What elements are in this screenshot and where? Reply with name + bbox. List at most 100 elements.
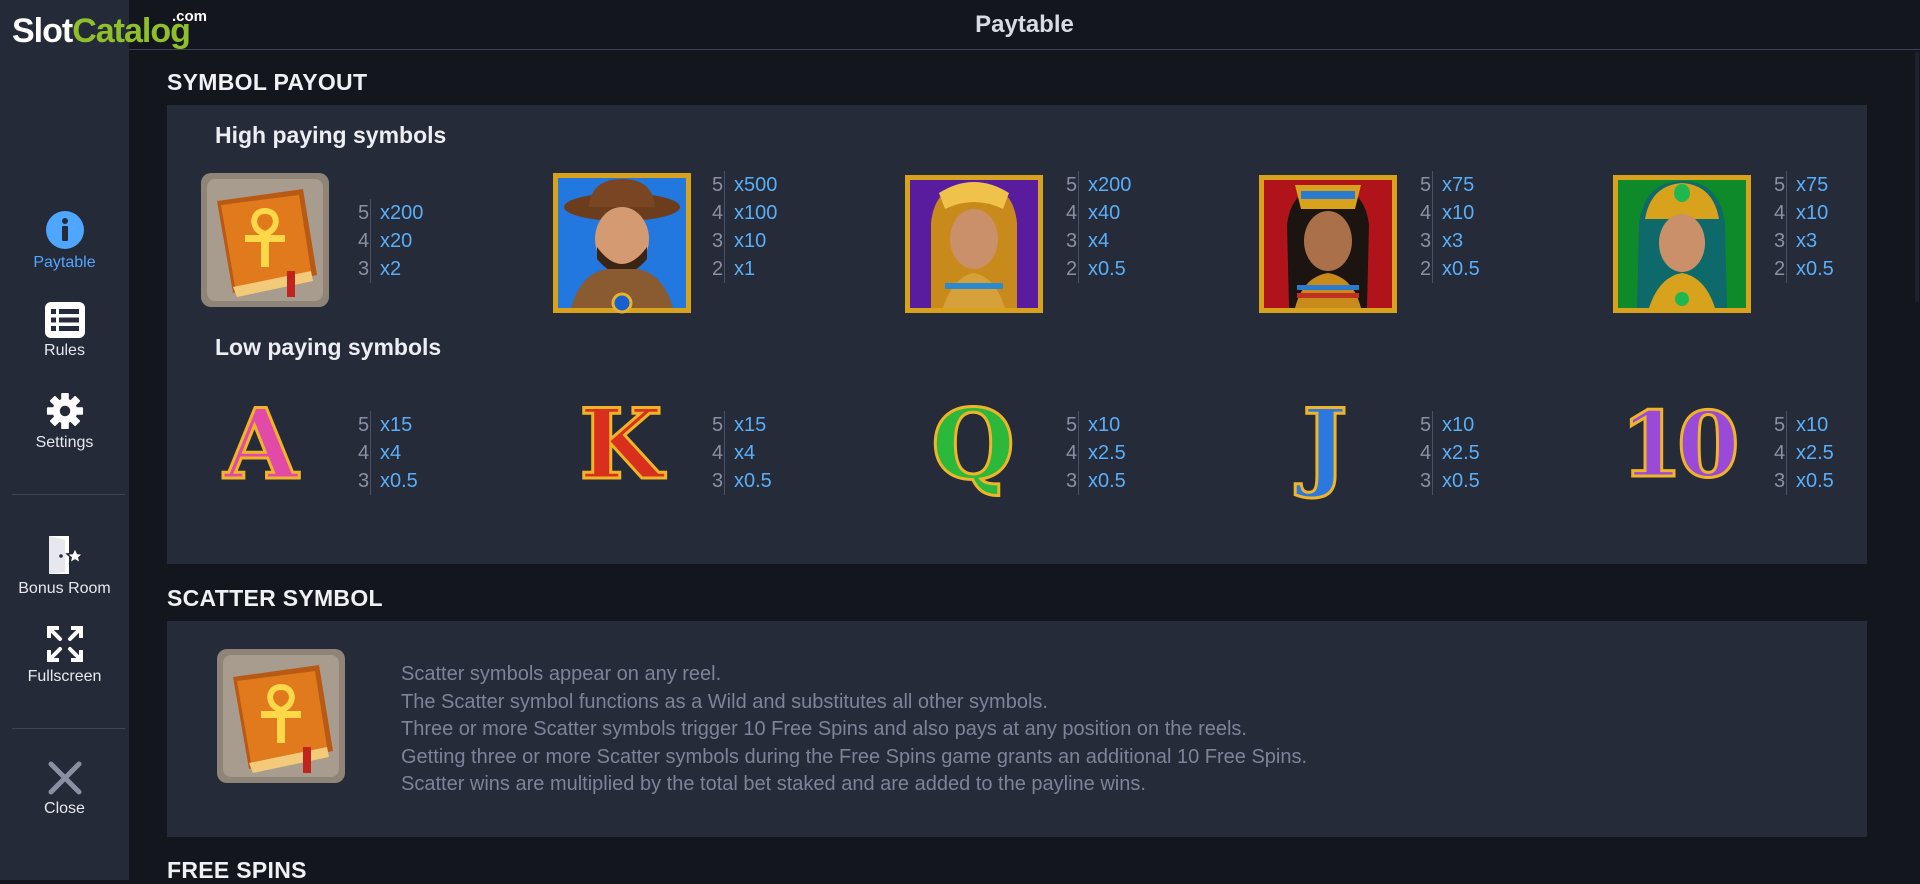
pay-count: 3	[1774, 230, 1786, 252]
scatter-line: Scatter wins are multiplied by the total…	[401, 773, 1146, 795]
sidebar-item-label: Bonus Room	[18, 580, 111, 597]
payout-list-book: 5 x200 4 x20 3 x2	[358, 199, 424, 283]
pay-value: x15	[734, 414, 767, 436]
pay-count: 2	[1066, 258, 1078, 280]
pay-value: x0.5	[1796, 258, 1834, 280]
pay-count: 2	[1420, 258, 1432, 280]
pay-value: x10	[734, 230, 767, 252]
sidebar-item-paytable[interactable]: Paytable	[0, 210, 129, 272]
symbol-scatter-book	[215, 647, 347, 790]
sidebar-item-label: Settings	[35, 434, 94, 451]
pay-value: x0.5	[1442, 258, 1480, 280]
pay-count: 5	[1774, 414, 1786, 436]
pay-count: 3	[1420, 230, 1432, 252]
pay-count: 4	[1774, 442, 1786, 464]
pay-value: x0.5	[1442, 470, 1480, 492]
payout-list-queen-red: 5 x75 4 x10 3 x3 2 x0.5	[1420, 171, 1480, 283]
symbol-k: K	[573, 393, 669, 496]
pay-value: x3	[1796, 230, 1818, 252]
scatter-description: Scatter symbols appear on any reel. The …	[401, 661, 1307, 799]
payout-list-q: 5 x10 4 x2.5 3 x0.5	[1066, 411, 1126, 495]
symbol-a: A	[213, 393, 309, 496]
pay-value: x0.5	[1796, 470, 1834, 492]
pay-count: 3	[1066, 470, 1078, 492]
low-paying-heading: Low paying symbols	[215, 334, 442, 360]
pay-value: x2.5	[1442, 442, 1480, 464]
pay-value: x1	[734, 258, 756, 280]
letter-a-glyph: A	[222, 388, 300, 501]
symbol-book	[199, 171, 331, 314]
scatter-line: Three or more Scatter symbols trigger 10…	[401, 718, 1247, 740]
pay-value: x2	[380, 258, 402, 280]
payout-list-10: 5 x10 4 x2.5 3 x0.5	[1774, 411, 1834, 495]
pay-count: 4	[1774, 202, 1786, 224]
pay-count: 4	[712, 202, 724, 224]
high-paying-heading: High paying symbols	[215, 122, 447, 148]
logo-slot-text: Slot	[12, 12, 73, 50]
expand-icon	[46, 626, 83, 662]
pay-value: x75	[1442, 174, 1475, 196]
symbol-queen-red	[1257, 173, 1399, 320]
pay-count: 4	[1420, 202, 1432, 224]
sidebar-item-label: Fullscreen	[27, 668, 102, 685]
pay-value: x200	[1088, 174, 1132, 196]
pay-count: 5	[1774, 174, 1786, 196]
pay-count: 4	[358, 442, 370, 464]
payout-list-j: 5 x10 4 x2.5 3 x0.5	[1420, 411, 1480, 495]
pay-count: 3	[712, 470, 724, 492]
pay-value: x15	[380, 414, 413, 436]
pay-count: 5	[712, 414, 724, 436]
symbol-explorer	[551, 171, 693, 320]
header: Paytable	[129, 0, 1920, 50]
sidebar-item-settings[interactable]: Settings	[0, 392, 129, 452]
payout-list-explorer: 5 x500 4 x100 3 x10 2 x1	[712, 171, 778, 283]
sidebar: Paytable Rules Settings Bonus Room Fulls…	[0, 0, 129, 880]
symbol-payout-panel: High paying symbols 5 x200 4 x20 3 x2 5 …	[167, 105, 1867, 564]
letter-j-glyph: J	[1301, 388, 1349, 501]
info-icon	[45, 211, 84, 249]
logo-com-text: .com	[172, 8, 208, 25]
explorer-portrait-icon	[553, 173, 691, 314]
pay-value: x100	[734, 202, 778, 224]
pay-value: x10	[1796, 414, 1829, 436]
pay-value: x2.5	[1796, 442, 1834, 464]
symbol-cleopatra-purple	[903, 173, 1045, 320]
pay-value: x10	[1442, 414, 1475, 436]
pay-count: 5	[1420, 174, 1432, 196]
sidebar-item-fullscreen[interactable]: Fullscreen	[0, 624, 129, 686]
pay-value: x40	[1088, 202, 1121, 224]
payout-list-cleopatra-purple: 5 x200 4 x40 3 x4 2 x0.5	[1066, 171, 1132, 283]
sidebar-divider	[12, 728, 125, 729]
letter-q-glyph: Q	[930, 388, 1017, 501]
pay-count: 5	[1066, 414, 1078, 436]
section-title-symbol-payout: SYMBOL PAYOUT	[167, 69, 368, 95]
paytable-content[interactable]: SYMBOL PAYOUT High paying symbols 5 x200 …	[129, 50, 1920, 883]
pay-count: 5	[1066, 174, 1078, 196]
pay-count: 2	[712, 258, 724, 280]
sidebar-item-close[interactable]: Close	[0, 760, 129, 818]
queen-red-portrait-icon	[1259, 175, 1397, 313]
pay-count: 4	[1066, 202, 1078, 224]
symbol-q: Q	[925, 393, 1021, 496]
symbol-10: 10	[1607, 392, 1747, 498]
sidebar-item-label: Rules	[44, 342, 85, 359]
pay-value: x4	[734, 442, 756, 464]
pay-count: 3	[358, 470, 370, 492]
pay-value: x3	[1442, 230, 1464, 252]
pay-value: x4	[1088, 230, 1110, 252]
pay-value: x200	[380, 202, 424, 224]
pay-count: 3	[712, 230, 724, 252]
pay-value: x0.5	[1088, 258, 1126, 280]
pay-count: 4	[1420, 442, 1432, 464]
site-logo: SlotCatalog .com	[12, 6, 212, 56]
sidebar-item-bonus-room[interactable]: Bonus Room	[0, 534, 129, 598]
pay-value: x2.5	[1088, 442, 1126, 464]
scrollbar-thumb[interactable]	[1915, 52, 1919, 302]
pay-value: x10	[1796, 202, 1829, 224]
door-star-icon	[48, 536, 85, 574]
pay-count: 2	[1774, 258, 1786, 280]
pay-count: 4	[358, 230, 370, 252]
pay-count: 4	[712, 442, 724, 464]
sidebar-item-rules[interactable]: Rules	[0, 302, 129, 360]
letter-10-glyph: 10	[1619, 392, 1741, 498]
